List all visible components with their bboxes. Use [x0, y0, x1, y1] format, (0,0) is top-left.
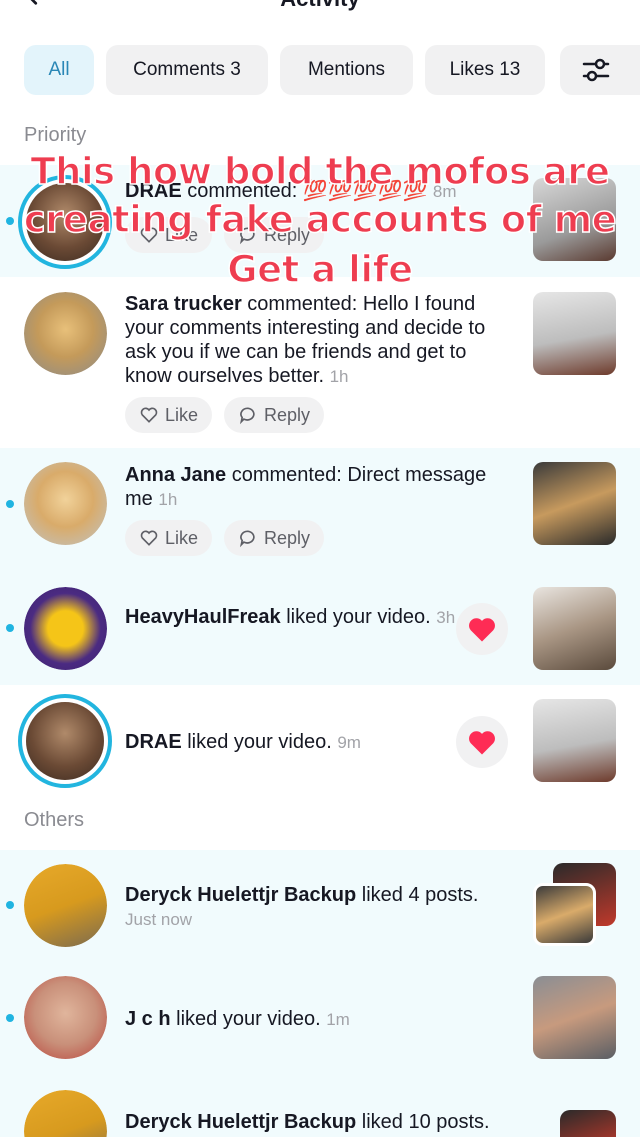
like-label: Like	[165, 527, 199, 548]
reply-bubble-icon	[240, 530, 255, 548]
like-button[interactable]: Like	[125, 520, 213, 556]
unread-dot	[6, 901, 14, 909]
activity-text: Sara trucker commented: Hello I found yo…	[125, 292, 515, 389]
avatar[interactable]	[18, 694, 112, 788]
reply-button[interactable]: Reply	[224, 397, 325, 433]
timestamp: 1h	[158, 490, 178, 509]
page-title: Activity	[0, 0, 640, 12]
avatar[interactable]	[24, 292, 107, 375]
activity-row[interactable]: Deryck Huelettjr Backup liked 10 posts.	[0, 1077, 640, 1137]
unread-dot	[6, 1014, 14, 1022]
liked-heart-button[interactable]	[456, 716, 508, 768]
heart-filled-icon	[469, 618, 495, 642]
activity-message: liked your video.	[170, 1008, 321, 1030]
username[interactable]: Deryck Huelettjr Backup	[125, 884, 356, 906]
caption-overlay-line-2: creating fake accounts of me	[23, 197, 618, 242]
activity-row[interactable]: J c h liked your video. 1m	[0, 962, 640, 1077]
filter-bar: All Comments 3 Mentions Likes 13	[24, 45, 545, 95]
username[interactable]: HeavyHaulFreak	[125, 606, 281, 628]
activity-message: liked 4 posts.	[356, 884, 479, 906]
reply-bubble-icon	[240, 407, 255, 425]
filter-chip-likes[interactable]: Likes 13	[425, 45, 545, 95]
timestamp: 1h	[329, 367, 349, 386]
filter-chip-all[interactable]: All	[24, 45, 94, 95]
video-thumbnail[interactable]	[560, 1110, 616, 1137]
username[interactable]: Anna Jane	[125, 464, 226, 486]
video-thumbnail[interactable]	[533, 292, 616, 375]
heart-outline-icon	[140, 407, 158, 423]
caption-overlay-line-3: Get a life	[227, 247, 414, 292]
activity-text: Anna Jane commented: Direct message me 1…	[125, 463, 515, 512]
video-thumbnail[interactable]	[533, 699, 616, 782]
activity-message: liked your video.	[181, 731, 332, 753]
username[interactable]: Deryck Huelettjr Backup	[125, 1111, 356, 1133]
video-thumbnail[interactable]	[533, 462, 616, 545]
video-thumbnail[interactable]	[533, 976, 616, 1059]
timestamp: 3h	[436, 608, 456, 627]
activity-text: J c h liked your video. 1m	[125, 1007, 515, 1032]
activity-row[interactable]: Anna Jane commented: Direct message me 1…	[0, 448, 640, 573]
section-label-others: Others	[24, 809, 85, 831]
username[interactable]: DRAE	[125, 731, 182, 753]
unread-dot	[6, 500, 14, 508]
activity-text: Deryck Huelettjr Backup liked 4 posts. J…	[125, 883, 515, 932]
top-bar: Activity	[0, 0, 640, 28]
activity-message: liked 10 posts.	[356, 1111, 490, 1133]
comment-actions: Like Reply	[125, 520, 325, 556]
caption-overlay-line-1: This how bold the mofos are	[30, 149, 611, 194]
timestamp: Just now	[125, 910, 193, 929]
activity-text: Deryck Huelettjr Backup liked 10 posts.	[125, 1110, 515, 1134]
section-label-priority: Priority	[24, 124, 87, 146]
like-label: Like	[165, 404, 199, 425]
liked-heart-button[interactable]	[456, 603, 508, 655]
avatar[interactable]	[24, 587, 107, 670]
unread-dot	[6, 624, 14, 632]
activity-row[interactable]: Sara trucker commented: Hello I found yo…	[0, 277, 640, 448]
filter-chip-mentions[interactable]: Mentions	[280, 45, 413, 95]
username[interactable]: Sara trucker	[125, 293, 242, 315]
activity-row[interactable]: HeavyHaulFreak liked your video. 3h	[0, 573, 640, 685]
avatar[interactable]	[24, 976, 107, 1059]
video-thumbnail[interactable]	[533, 587, 616, 670]
reply-button[interactable]: Reply	[224, 520, 325, 556]
username[interactable]: J c h	[125, 1008, 171, 1030]
filter-settings-button[interactable]	[560, 45, 640, 95]
sliders-icon	[582, 58, 610, 82]
avatar[interactable]	[24, 1090, 107, 1137]
video-thumbnail-stack-front[interactable]	[533, 883, 596, 946]
comment-actions: Like Reply	[125, 397, 325, 433]
heart-outline-icon	[140, 530, 158, 546]
reply-label: Reply	[264, 527, 311, 548]
like-button[interactable]: Like	[125, 397, 213, 433]
timestamp: 9m	[337, 733, 361, 752]
reply-label: Reply	[264, 404, 311, 425]
heart-filled-icon	[469, 731, 495, 755]
activity-row[interactable]: Deryck Huelettjr Backup liked 4 posts. J…	[0, 850, 640, 962]
avatar[interactable]	[24, 462, 107, 545]
filter-chip-comments[interactable]: Comments 3	[106, 45, 268, 95]
activity-row[interactable]: DRAE liked your video. 9m	[0, 685, 640, 800]
timestamp: 1m	[326, 1010, 350, 1029]
activity-message: liked your video.	[280, 606, 431, 628]
avatar[interactable]	[24, 864, 107, 947]
